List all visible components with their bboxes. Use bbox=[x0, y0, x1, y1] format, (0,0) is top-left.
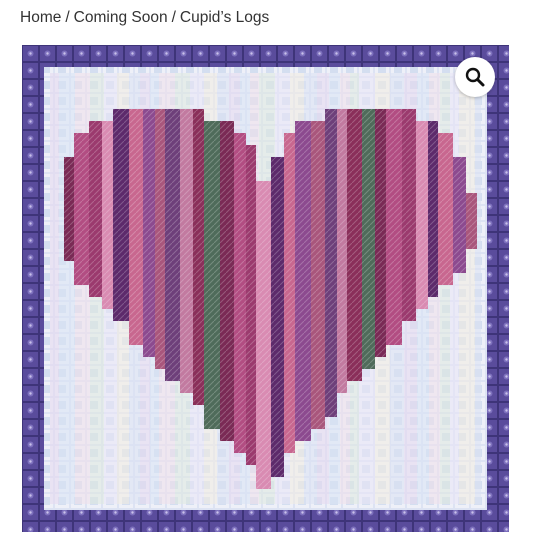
breadcrumb-home-link[interactable]: Home bbox=[20, 9, 61, 26]
breadcrumb-coming-soon-link[interactable]: Coming Soon bbox=[74, 9, 168, 26]
breadcrumb-separator: / bbox=[171, 9, 176, 26]
magnifier-icon bbox=[465, 67, 485, 87]
breadcrumb-current-page: Cupid’s Logs bbox=[179, 9, 270, 26]
zoom-button[interactable] bbox=[455, 57, 495, 97]
breadcrumb: Home / Coming Soon / Cupid’s Logs bbox=[20, 9, 269, 27]
product-image[interactable] bbox=[22, 45, 509, 532]
breadcrumb-separator: / bbox=[65, 9, 70, 26]
product-image-gallery[interactable] bbox=[22, 45, 509, 532]
